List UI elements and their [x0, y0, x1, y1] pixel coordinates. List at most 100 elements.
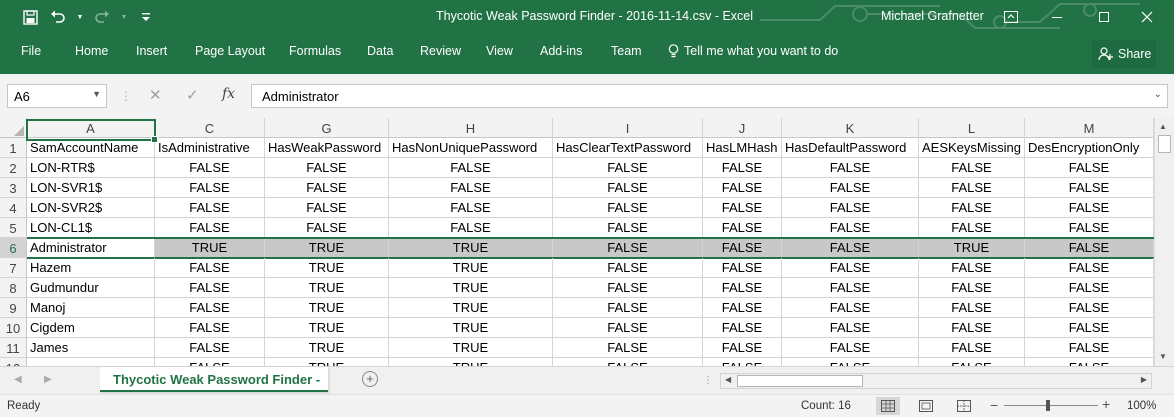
table-cell[interactable]: FALSE [782, 298, 919, 318]
table-cell[interactable]: FALSE [782, 278, 919, 298]
table-cell[interactable]: FALSE [155, 218, 265, 238]
table-cell[interactable]: FALSE [553, 238, 703, 258]
table-cell[interactable]: FALSE [265, 218, 389, 238]
table-cell[interactable]: FALSE [919, 358, 1025, 366]
tab-formulas[interactable]: Formulas [289, 44, 341, 58]
customize-qat-icon[interactable] [136, 7, 156, 27]
table-cell[interactable]: FALSE [782, 198, 919, 218]
table-cell[interactable]: FALSE [782, 318, 919, 338]
table-cell[interactable]: FALSE [703, 178, 782, 198]
tab-view[interactable]: View [486, 44, 513, 58]
ribbon-display-options-icon[interactable] [988, 0, 1034, 34]
header-cell[interactable]: IsAdministrative [155, 138, 265, 158]
table-cell[interactable]: FALSE [553, 158, 703, 178]
column-header-g[interactable]: G [265, 118, 389, 138]
redo-dropdown-icon[interactable]: ▼ [120, 7, 128, 27]
zoom-level[interactable]: 100% [1127, 400, 1156, 412]
close-icon[interactable] [1124, 0, 1170, 34]
table-cell[interactable]: FALSE [553, 298, 703, 318]
minimize-icon[interactable] [1034, 0, 1080, 34]
tab-insert[interactable]: Insert [136, 44, 167, 58]
tab-page-layout[interactable]: Page Layout [195, 44, 265, 58]
table-cell[interactable]: TRUE [265, 258, 389, 278]
table-cell[interactable]: TRUE [265, 338, 389, 358]
table-cell[interactable]: FALSE [1025, 198, 1154, 218]
add-sheet-icon[interactable]: + [362, 371, 378, 387]
column-header-l[interactable]: L [919, 118, 1025, 138]
table-cell[interactable]: Hazem [27, 258, 155, 278]
undo-dropdown-icon[interactable]: ▼ [76, 7, 84, 27]
table-cell[interactable]: TRUE [389, 298, 553, 318]
row-header-8[interactable]: 8 [0, 278, 27, 298]
table-cell[interactable]: FALSE [1025, 238, 1154, 258]
save-icon[interactable] [20, 7, 40, 27]
prev-sheet-icon[interactable]: ◀ [14, 374, 22, 385]
table-cell[interactable]: FALSE [703, 358, 782, 366]
table-cell[interactable]: FALSE [265, 158, 389, 178]
table-cell[interactable]: FALSE [703, 298, 782, 318]
table-cell[interactable]: FALSE [389, 158, 553, 178]
tab-data[interactable]: Data [367, 44, 393, 58]
scroll-up-icon[interactable]: ▲ [1159, 122, 1167, 131]
tab-home[interactable]: Home [75, 44, 108, 58]
table-cell[interactable]: FALSE [389, 198, 553, 218]
scroll-left-icon[interactable]: ◀ [725, 375, 731, 384]
table-cell[interactable]: FALSE [155, 258, 265, 278]
table-cell[interactable]: FALSE [919, 178, 1025, 198]
redo-icon[interactable] [92, 7, 112, 27]
row-header-10[interactable]: 10 [0, 318, 27, 338]
spreadsheet-grid[interactable]: ACGHIJKLM 1 SamAccountName IsAdministrativ… [0, 118, 1154, 366]
table-cell[interactable]: FALSE [919, 338, 1025, 358]
table-cell[interactable]: FALSE [703, 238, 782, 258]
tab-split-handle[interactable]: ⋮ [703, 375, 714, 386]
table-cell[interactable]: FALSE [389, 218, 553, 238]
table-cell[interactable]: TRUE [389, 278, 553, 298]
table-cell[interactable]: TRUE [155, 238, 265, 258]
table-cell[interactable]: FALSE [782, 238, 919, 258]
column-header-k[interactable]: K [782, 118, 919, 138]
table-cell[interactable]: TRUE [265, 318, 389, 338]
page-layout-view-icon[interactable] [914, 397, 938, 415]
zoom-slider-track[interactable] [1004, 405, 1098, 406]
zoom-slider-thumb[interactable] [1046, 400, 1050, 411]
row-header-3[interactable]: 3 [0, 178, 27, 198]
table-cell[interactable]: Cigdem [27, 318, 155, 338]
table-cell[interactable]: TRUE [389, 318, 553, 338]
table-cell[interactable]: FALSE [265, 178, 389, 198]
table-cell[interactable]: FALSE [919, 318, 1025, 338]
table-cell[interactable]: FALSE [155, 158, 265, 178]
column-header-h[interactable]: H [389, 118, 553, 138]
tell-me-box[interactable]: Tell me what you want to do [668, 44, 838, 58]
table-cell[interactable]: LON-CL1$ [27, 218, 155, 238]
header-cell[interactable]: DesEncryptionOnly [1025, 138, 1154, 158]
zoom-out-icon[interactable]: − [990, 397, 998, 413]
table-cell[interactable]: FALSE [919, 158, 1025, 178]
page-break-preview-icon[interactable] [952, 397, 976, 415]
header-cell[interactable]: HasDefaultPassword [782, 138, 919, 158]
table-cell[interactable]: FALSE [155, 338, 265, 358]
table-cell[interactable] [27, 358, 155, 366]
table-cell[interactable]: FALSE [1025, 298, 1154, 318]
table-cell[interactable]: FALSE [782, 258, 919, 278]
scroll-down-icon[interactable]: ▼ [1159, 352, 1167, 361]
table-cell[interactable]: FALSE [919, 278, 1025, 298]
tab-review[interactable]: Review [420, 44, 461, 58]
table-cell[interactable]: FALSE [155, 178, 265, 198]
table-cell[interactable]: Manoj [27, 298, 155, 318]
table-cell[interactable]: FALSE [1025, 178, 1154, 198]
table-cell[interactable]: TRUE [389, 238, 553, 258]
table-cell[interactable]: TRUE [919, 238, 1025, 258]
table-cell[interactable]: FALSE [782, 178, 919, 198]
table-cell[interactable]: FALSE [919, 258, 1025, 278]
normal-view-icon[interactable] [876, 397, 900, 415]
table-cell[interactable]: FALSE [553, 178, 703, 198]
undo-icon[interactable] [48, 7, 68, 27]
table-cell[interactable]: TRUE [265, 298, 389, 318]
scroll-right-icon[interactable]: ▶ [1141, 375, 1147, 384]
header-cell[interactable]: HasWeakPassword [265, 138, 389, 158]
row-header-1[interactable]: 1 [0, 138, 27, 158]
table-cell[interactable]: FALSE [553, 198, 703, 218]
table-cell[interactable]: FALSE [155, 298, 265, 318]
table-cell[interactable]: FALSE [703, 258, 782, 278]
table-cell[interactable]: FALSE [1025, 338, 1154, 358]
